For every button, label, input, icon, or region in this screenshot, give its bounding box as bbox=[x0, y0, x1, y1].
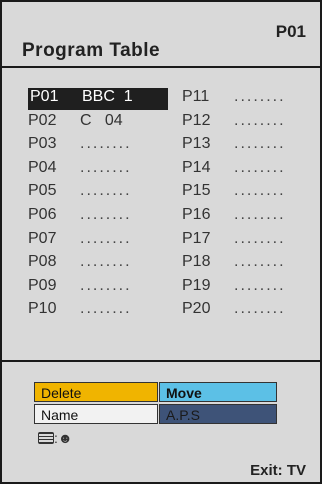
teletext-icon bbox=[38, 432, 54, 444]
program-number: P02 bbox=[28, 111, 57, 129]
aps-button[interactable]: A.P.S bbox=[159, 404, 277, 424]
program-name: ........ bbox=[80, 206, 132, 223]
icon-hint: :☻ bbox=[38, 430, 73, 446]
program-number: P07 bbox=[28, 229, 57, 247]
program-name: ........ bbox=[80, 135, 132, 153]
program-number: P15 bbox=[182, 182, 211, 200]
program-name: ........ bbox=[234, 158, 286, 176]
program-row-p14[interactable]: P14........ bbox=[182, 159, 286, 181]
program-row-p03[interactable]: P03........ bbox=[28, 135, 132, 157]
name-button[interactable]: Name bbox=[34, 404, 158, 424]
program-row-p16[interactable]: P16........ bbox=[182, 206, 286, 228]
program-number: P13 bbox=[182, 135, 211, 153]
program-row-p01[interactable]: P01 BBC 1 bbox=[28, 88, 168, 110]
program-row-p15[interactable]: P15........ bbox=[182, 182, 286, 204]
function-buttons: Delete Move Name A.P.S :☻ Exit: TV bbox=[2, 362, 320, 482]
program-row-p20[interactable]: P20........ bbox=[182, 300, 286, 322]
program-row-p06[interactable]: P06........ bbox=[28, 206, 132, 228]
current-program-id: P01 bbox=[275, 22, 306, 41]
program-number: P06 bbox=[28, 206, 57, 223]
program-number: P03 bbox=[28, 135, 57, 153]
program-name: ........ bbox=[234, 135, 286, 153]
program-name: ........ bbox=[80, 253, 132, 271]
program-number: P05 bbox=[28, 182, 57, 200]
program-list: P01 BBC 1 P02 C 04 P03........ P04........ P05… bbox=[2, 68, 320, 362]
program-row-p18[interactable]: P18........ bbox=[182, 253, 286, 275]
program-row-p11[interactable]: P11........ bbox=[182, 88, 286, 110]
program-name: ........ bbox=[234, 111, 286, 129]
program-name: ........ bbox=[234, 182, 286, 200]
program-row-p17[interactable]: P17........ bbox=[182, 230, 286, 252]
program-row-p19[interactable]: P19........ bbox=[182, 277, 286, 299]
program-name: ........ bbox=[80, 300, 132, 318]
program-name: BBC 1 bbox=[82, 88, 133, 105]
page-title: Program Table bbox=[22, 40, 161, 61]
program-name: ........ bbox=[234, 88, 286, 105]
program-name: ........ bbox=[234, 206, 286, 223]
program-name: ........ bbox=[234, 229, 286, 247]
program-name: ........ bbox=[234, 276, 286, 294]
program-row-p13[interactable]: P13........ bbox=[182, 135, 286, 157]
program-name: C 04 bbox=[80, 111, 123, 129]
program-number: P19 bbox=[182, 276, 211, 294]
program-row-p02[interactable]: P02 C 04 bbox=[28, 112, 123, 134]
program-number: P11 bbox=[182, 88, 210, 105]
program-name: ........ bbox=[80, 182, 132, 200]
header: P01 Program Table bbox=[2, 2, 320, 68]
program-name: ........ bbox=[80, 229, 132, 247]
program-name: ........ bbox=[234, 300, 286, 318]
program-name: ........ bbox=[234, 253, 286, 271]
program-row-p04[interactable]: P04........ bbox=[28, 159, 132, 181]
program-number: P18 bbox=[182, 253, 211, 271]
program-name: ........ bbox=[80, 158, 132, 176]
program-number: P20 bbox=[182, 300, 211, 318]
exit-hint[interactable]: Exit: TV bbox=[250, 462, 306, 479]
delete-button[interactable]: Delete bbox=[34, 382, 158, 402]
program-row-p05[interactable]: P05........ bbox=[28, 182, 132, 204]
program-table-screen: P01 Program Table P01 BBC 1 P02 C 04 P03....… bbox=[0, 0, 322, 484]
program-row-p09[interactable]: P09........ bbox=[28, 277, 132, 299]
program-number: P16 bbox=[182, 206, 211, 223]
program-row-p08[interactable]: P08........ bbox=[28, 253, 132, 275]
program-number: P08 bbox=[28, 253, 57, 271]
program-number: P12 bbox=[182, 111, 211, 129]
program-row-p07[interactable]: P07........ bbox=[28, 230, 132, 252]
smiley-icon: ☻ bbox=[57, 430, 73, 446]
program-number: P14 bbox=[182, 158, 211, 176]
program-row-p12[interactable]: P12........ bbox=[182, 112, 286, 134]
program-number: P10 bbox=[28, 300, 57, 318]
move-button[interactable]: Move bbox=[159, 382, 277, 402]
program-number: P09 bbox=[28, 276, 57, 294]
program-number: P17 bbox=[182, 229, 211, 247]
program-name: ........ bbox=[80, 276, 132, 294]
program-row-p10[interactable]: P10........ bbox=[28, 300, 132, 322]
program-number: P01 bbox=[30, 88, 59, 105]
program-number: P04 bbox=[28, 158, 57, 176]
